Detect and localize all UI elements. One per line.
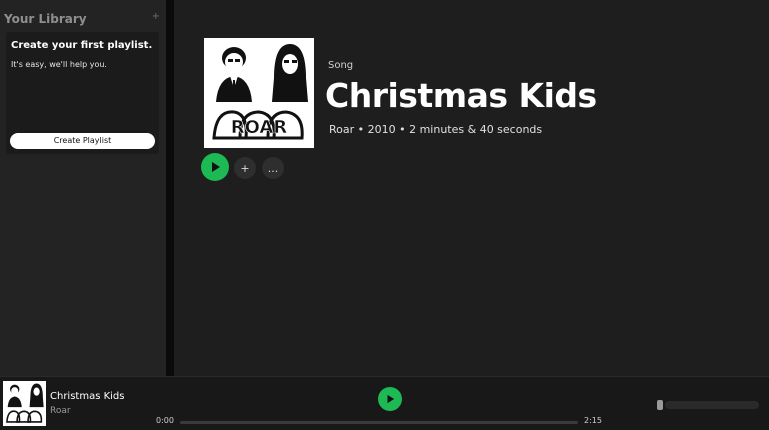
- page-title: Christmas Kids: [325, 76, 597, 115]
- player-play-button[interactable]: [378, 387, 402, 411]
- now-playing-artist[interactable]: Roar: [50, 406, 71, 416]
- playback-bar: Christmas Kids Roar 0:00 2:15: [0, 376, 769, 430]
- add-to-library-button[interactable]: +: [234, 157, 256, 179]
- play-icon: [212, 162, 220, 172]
- library-sidebar: Your Library + Create your first playlis…: [0, 0, 166, 376]
- svg-text:ROAR: ROAR: [231, 117, 288, 138]
- volume-slider[interactable]: [665, 401, 759, 409]
- promo-title: Create your first playlist.: [11, 40, 153, 51]
- now-playing-cover[interactable]: [3, 381, 46, 426]
- volume-handle[interactable]: [657, 400, 663, 410]
- create-playlist-button[interactable]: Create Playlist: [10, 133, 155, 149]
- item-type-label: Song: [328, 60, 354, 71]
- play-icon: [387, 394, 395, 404]
- time-current: 0:00: [156, 416, 174, 425]
- promo-subtitle: It's easy, we'll help you.: [11, 60, 107, 69]
- play-button[interactable]: [201, 153, 229, 181]
- main-content: ROAR Song Christmas Kids Roar • 2010 • 2…: [174, 0, 769, 376]
- album-cover-art: ROAR: [204, 38, 314, 148]
- sidebar-divider[interactable]: [166, 0, 174, 376]
- plus-icon[interactable]: +: [152, 11, 160, 22]
- time-total: 2:15: [584, 416, 602, 425]
- create-playlist-card: Create your first playlist. It's easy, w…: [6, 32, 159, 154]
- album-cover: ROAR: [204, 38, 314, 148]
- now-playing-title[interactable]: Christmas Kids: [50, 391, 125, 402]
- library-title: Your Library: [4, 12, 87, 26]
- more-options-button[interactable]: ...: [262, 157, 284, 179]
- song-meta: Roar • 2010 • 2 minutes & 40 seconds: [329, 123, 543, 136]
- mini-cover-art: [3, 381, 46, 426]
- progress-bar[interactable]: [180, 421, 578, 424]
- library-header: Your Library +: [4, 8, 162, 26]
